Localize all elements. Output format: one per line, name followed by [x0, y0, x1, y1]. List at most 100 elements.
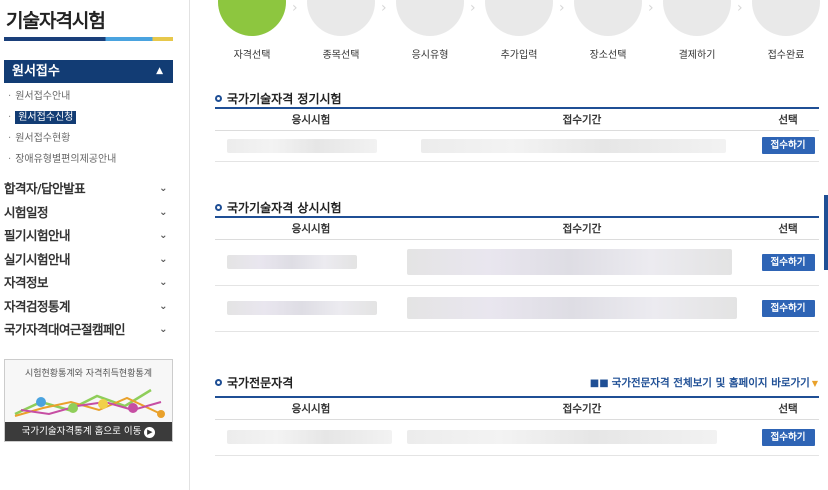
step-label: 종목선택	[322, 50, 360, 61]
column-header: 접수기간	[407, 397, 757, 420]
select-cell: 접수하기	[757, 285, 819, 332]
table-row: 접수하기	[215, 419, 819, 456]
table-header-row: 응시시험 접수기간 선택	[215, 217, 819, 240]
period-cell	[407, 239, 757, 286]
menu-list: 합격자/답안발표 ⌄ 시험일정 ⌄ 필기시험안내 ⌄ 실기시험안내 ⌄ 자격정보 ⌄ 자격…	[4, 178, 173, 343]
chevron-right-icon: ›	[648, 0, 654, 16]
section-title-professional: 국가전문자격	[215, 374, 293, 391]
step-label: 응시유형	[411, 50, 449, 61]
step-label: 추가입력	[500, 50, 538, 61]
step-circle	[485, 0, 553, 36]
step-label: 장소선택	[589, 50, 627, 61]
exam-table-regular: 응시시험 접수기간 선택 접수하기	[215, 107, 819, 162]
exam-table-permanent: 응시시험 접수기간 선택 접수하기 접수하기	[215, 216, 819, 332]
chevron-down-icon: ⌄	[159, 230, 167, 241]
apply-button[interactable]: 접수하기	[761, 137, 815, 154]
column-header: 응시시험	[215, 397, 407, 420]
exam-name-cell	[215, 285, 407, 332]
chevron-up-icon: ▲	[156, 66, 163, 76]
bullet-icon	[215, 95, 222, 102]
sidebar-title: 기술자격시험	[6, 10, 106, 32]
professional-all-link[interactable]: ■■ 국가전문자격 전체보기 및 홈페이지 바로가기 ▼	[590, 375, 818, 390]
blurred-text	[421, 138, 726, 153]
step-label: 접수완료	[767, 50, 805, 61]
progress-steps: 자격선택 › 종목선택 › 응시유형 › 추가입력 › 장소선택 › 결제하기 …	[212, 0, 828, 64]
exam-name-cell	[215, 130, 407, 162]
scrollbar-thumb[interactable]	[824, 195, 828, 270]
blurred-text	[227, 430, 392, 444]
apply-button[interactable]: 접수하기	[761, 299, 815, 317]
table-row: 접수하기	[215, 130, 819, 162]
caret-down-icon: ▼	[811, 379, 818, 388]
chevron-right-icon: ›	[381, 0, 387, 16]
menu-item-qualification-info[interactable]: 자격정보 ⌄	[4, 272, 173, 296]
exam-table-professional: 응시시험 접수기간 선택 접수하기	[215, 396, 819, 456]
select-cell: 접수하기	[757, 130, 819, 162]
step-circle	[307, 0, 375, 36]
title-underline	[4, 37, 173, 41]
exam-name-cell	[215, 419, 407, 456]
select-cell: 접수하기	[757, 239, 819, 286]
blurred-text	[227, 255, 357, 269]
stats-home-button[interactable]: 국가기술자격통계 홈으로 이동 ▶	[5, 422, 172, 441]
blurred-text	[407, 249, 732, 275]
blurred-text	[407, 430, 717, 444]
section-title-regular: 국가기술자격 정기시험	[215, 90, 342, 107]
submenu-item-accessibility[interactable]: · 장애유형별편의제공안내	[8, 151, 178, 172]
table-header-row: 응시시험 접수기간 선택	[215, 397, 819, 420]
period-cell	[407, 130, 757, 162]
period-cell	[407, 285, 757, 332]
step-label: 자격선택	[233, 50, 271, 61]
blurred-text	[227, 138, 377, 153]
step-circle	[218, 0, 286, 36]
chevron-down-icon: ⌄	[159, 183, 167, 194]
menu-item-results[interactable]: 합격자/답안발표 ⌄	[4, 178, 173, 202]
chevron-down-icon: ⌄	[159, 277, 167, 288]
stats-graph-icon	[14, 388, 165, 418]
blurred-text	[227, 301, 377, 315]
grid-icon: ■■	[589, 378, 609, 389]
apply-button[interactable]: 접수하기	[761, 253, 815, 271]
step-circle	[663, 0, 731, 36]
stats-banner[interactable]: 시험현황통계와 자격취득현황통계 국가기술자격통계 홈으로 이동 ▶	[4, 359, 173, 442]
menu-item-practical-exam[interactable]: 실기시험안내 ⌄	[4, 249, 173, 273]
select-cell: 접수하기	[757, 419, 819, 456]
section-title-permanent: 국가기술자격 상시시험	[215, 199, 342, 216]
chevron-right-icon: ›	[737, 0, 743, 16]
column-header: 응시시험	[215, 108, 407, 131]
column-header: 접수기간	[407, 217, 757, 240]
sidebar: 기술자격시험 원서접수 ▲ · 원서접수안내 · 원서접수신청 · 원서접수현황 · 장…	[0, 0, 190, 490]
apply-button[interactable]: 접수하기	[761, 428, 815, 446]
step-circle	[574, 0, 642, 36]
menu-item-campaign[interactable]: 국가자격대여근절캠페인 ⌄	[4, 319, 173, 343]
chevron-right-icon: ›	[470, 0, 476, 16]
arrow-right-icon: ▶	[144, 427, 156, 438]
blurred-text	[407, 297, 737, 319]
table-row: 접수하기	[215, 285, 819, 332]
step-circle	[752, 0, 820, 36]
bullet-icon	[215, 379, 222, 386]
menu-item-statistics[interactable]: 자격검정통계 ⌄	[4, 296, 173, 320]
menu-item-written-exam[interactable]: 필기시험안내 ⌄	[4, 225, 173, 249]
column-header: 선택	[757, 397, 819, 420]
stats-banner-text: 시험현황통계와 자격취득현황통계	[24, 369, 153, 379]
step-circle	[396, 0, 464, 36]
column-header: 선택	[757, 217, 819, 240]
period-cell	[407, 419, 757, 456]
submenu-item-guide[interactable]: · 원서접수안내	[8, 88, 178, 109]
menu-item-schedule[interactable]: 시험일정 ⌄	[4, 202, 173, 226]
submenu: · 원서접수안내 · 원서접수신청 · 원서접수현황 · 장애유형별편의제공안내	[8, 88, 178, 172]
column-header: 선택	[757, 108, 819, 131]
submenu-item-status[interactable]: · 원서접수현황	[8, 130, 178, 151]
chevron-down-icon: ⌄	[159, 253, 167, 265]
table-row: 접수하기	[215, 239, 819, 286]
column-header: 접수기간	[407, 108, 757, 131]
bullet-icon	[215, 204, 222, 211]
chevron-down-icon: ⌄	[159, 324, 167, 335]
chevron-right-icon: ›	[292, 0, 298, 16]
submenu-item-apply[interactable]: · 원서접수신청	[8, 109, 178, 130]
chevron-right-icon: ›	[559, 0, 565, 16]
column-header: 응시시험	[215, 217, 407, 240]
menu-application[interactable]: 원서접수 ▲	[4, 60, 173, 83]
exam-name-cell	[215, 239, 407, 286]
